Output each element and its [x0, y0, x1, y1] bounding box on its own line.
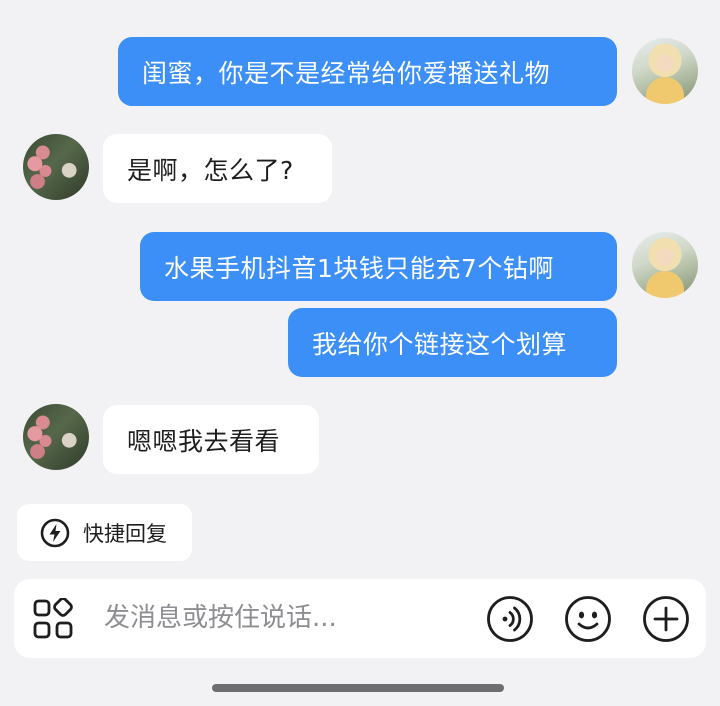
home-indicator[interactable] [212, 684, 504, 692]
emoji-icon[interactable] [564, 595, 612, 643]
status-time-clipped [338, 0, 382, 2]
message-bubble-outgoing[interactable]: 闺蜜，你是不是经常给你爱播送礼物 [118, 37, 617, 106]
friend-avatar[interactable] [23, 134, 89, 200]
message-text: 水果手机抖音1块钱只能充7个钻啊 [164, 253, 554, 283]
my-avatar[interactable] [632, 38, 698, 104]
my-avatar[interactable] [632, 232, 698, 298]
message-bubble-outgoing[interactable]: 水果手机抖音1块钱只能充7个钻啊 [140, 232, 617, 301]
apps-grid-icon[interactable] [32, 597, 74, 640]
message-text: 是啊，怎么了? [127, 155, 294, 185]
message-bubble-outgoing[interactable]: 我给你个链接这个划算 [288, 308, 617, 377]
message-text: 闺蜜，你是不是经常给你爱播送礼物 [142, 58, 551, 88]
message-text: 我给你个链接这个划算 [312, 329, 568, 359]
message-bubble-incoming[interactable]: 是啊，怎么了? [103, 134, 332, 203]
add-icon[interactable] [642, 595, 690, 643]
voice-icon[interactable] [486, 595, 534, 643]
chat-screen: 闺蜜，你是不是经常给你爱播送礼物 是啊，怎么了? 水果手机抖音1块钱只能充7个钻… [0, 0, 720, 706]
friend-avatar[interactable] [23, 404, 89, 470]
lightning-bolt-icon [39, 517, 71, 549]
quick-reply-button[interactable]: 快捷回复 [17, 504, 192, 561]
message-composer: 发消息或按住说话... [14, 579, 706, 658]
message-text: 嗯嗯我去看看 [127, 426, 281, 456]
message-bubble-incoming[interactable]: 嗯嗯我去看看 [103, 405, 319, 474]
message-input[interactable]: 发消息或按住说话... [104, 579, 337, 658]
quick-reply-label: 快捷回复 [83, 521, 167, 546]
